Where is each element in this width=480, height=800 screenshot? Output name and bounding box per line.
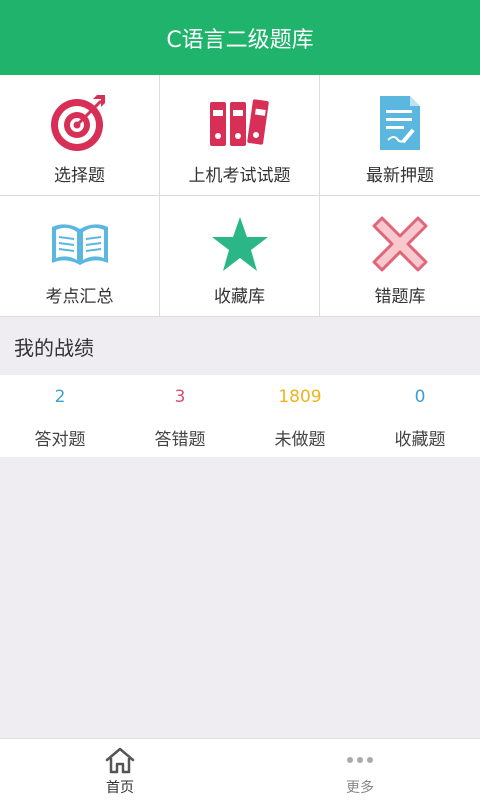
stat-undone[interactable]: 1809 未做题 [240,375,360,457]
record-section-header: 我的战绩 [0,317,480,375]
menu-item-label: 收藏库 [214,287,265,307]
app-title: C语言二级题库 [166,27,314,53]
nav-home-label: 首页 [106,780,134,796]
menu-item-choice[interactable]: 选择题 [0,75,160,196]
section-title: 我的战绩 [14,335,94,360]
menu-item-label: 考点汇总 [45,287,114,307]
menu-item-key-points[interactable]: 考点汇总 [0,196,160,317]
stat-value: 3 [174,387,186,407]
stat-favorited[interactable]: 0 收藏题 [360,375,480,457]
cross-icon [367,214,433,274]
menu-grid: 选择题 上机考试试题 最新押题 考点汇总 收藏库 错题库 [0,75,480,317]
nav-home[interactable]: 首页 [0,739,240,800]
stats-panel: 2 答对题 3 答错题 1809 未做题 0 收藏题 [0,375,480,457]
stat-label: 收藏题 [394,430,446,450]
stat-value: 0 [414,387,426,407]
menu-item-label: 最新押题 [366,166,434,186]
stat-value: 2 [54,387,66,407]
bottom-nav: 首页 更多 [0,738,480,800]
open-book-icon [47,214,113,274]
document-pen-icon [367,93,433,153]
menu-item-label: 上机考试试题 [188,166,291,186]
menu-item-wrong-answers[interactable]: 错题库 [320,196,480,317]
binders-icon [207,93,273,153]
stat-wrong[interactable]: 3 答错题 [120,375,240,457]
menu-item-favorites[interactable]: 收藏库 [160,196,320,317]
menu-item-label: 错题库 [374,287,426,307]
nav-more-label: 更多 [346,780,374,796]
target-icon [47,93,113,153]
home-icon [104,745,136,775]
stat-label: 答错题 [154,430,206,450]
menu-item-computer-exam[interactable]: 上机考试试题 [160,75,320,196]
stat-value: 1809 [278,387,322,407]
stat-label: 未做题 [274,430,326,450]
more-icon [345,745,375,775]
nav-more[interactable]: 更多 [240,739,480,800]
menu-item-label: 选择题 [54,166,105,186]
stat-label: 答对题 [34,430,86,450]
app-header: C语言二级题库 [0,0,480,75]
stat-correct[interactable]: 2 答对题 [0,375,120,457]
star-icon [207,214,273,274]
menu-item-latest-predictions[interactable]: 最新押题 [320,75,480,196]
